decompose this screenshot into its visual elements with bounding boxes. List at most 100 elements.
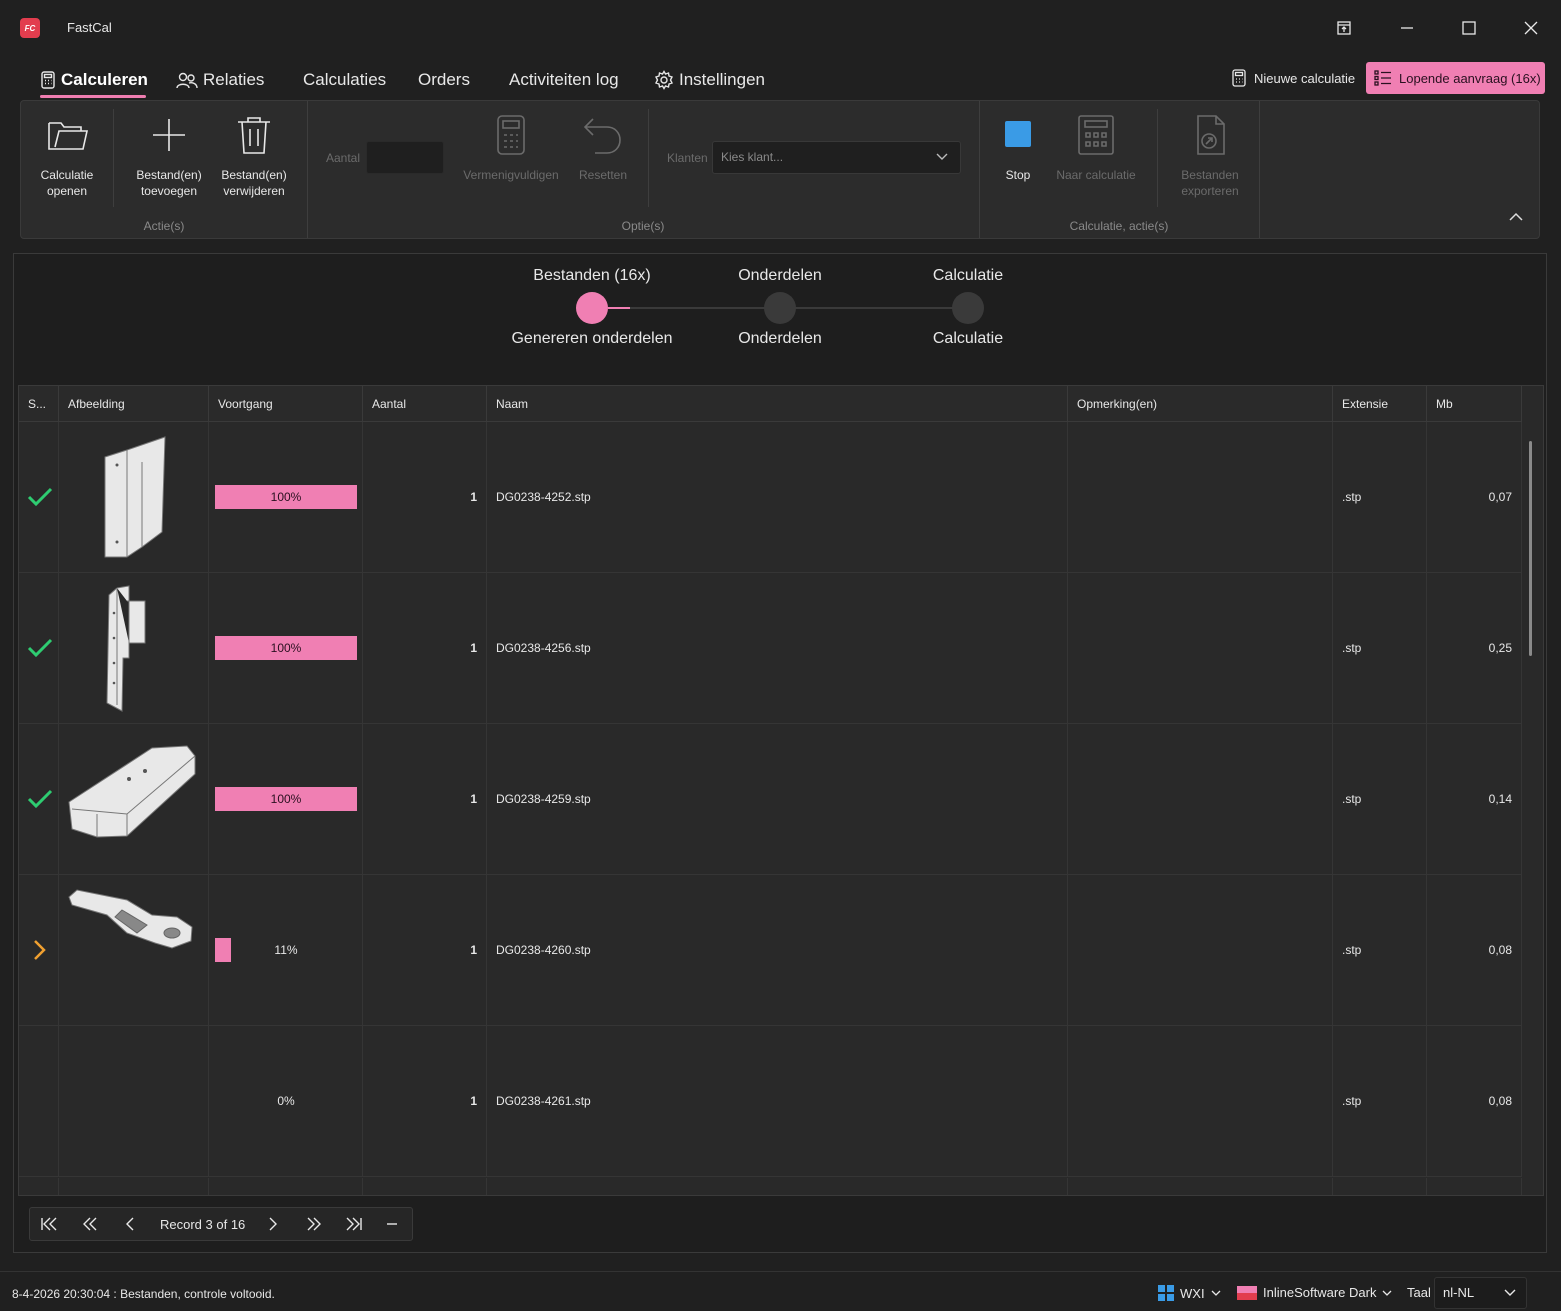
files-grid: S... Afbeelding Voortgang Aantal Naam Op… bbox=[18, 385, 1544, 1196]
workspace-selector[interactable]: WXI bbox=[1158, 1285, 1221, 1301]
tab-relaties[interactable]: Relaties bbox=[176, 68, 264, 92]
next-page-icon[interactable] bbox=[306, 1216, 322, 1235]
stop-label: Stop bbox=[1005, 168, 1031, 182]
language-label: Taal bbox=[1407, 1285, 1431, 1300]
close-button[interactable] bbox=[1511, 12, 1551, 44]
open-calculation-button[interactable]: Calculatie openen bbox=[31, 113, 103, 199]
opmerking-cell bbox=[1068, 422, 1333, 573]
part-thumbnail bbox=[68, 745, 196, 838]
tab-label: Activiteiten log bbox=[509, 70, 619, 89]
last-page-icon[interactable] bbox=[345, 1216, 363, 1235]
calculator-icon bbox=[497, 115, 525, 155]
column-header-afbeelding[interactable]: Afbeelding bbox=[59, 386, 209, 422]
mb-value: 0,08 bbox=[1488, 943, 1512, 957]
export-files-label: Bestanden exporteren bbox=[1181, 168, 1239, 198]
divider bbox=[113, 109, 114, 207]
column-header-aantal[interactable]: Aantal bbox=[363, 386, 487, 422]
table-row[interactable]: 100% 1 DG0238-4259.stp .stp 0,14 bbox=[19, 724, 1522, 875]
next-record-icon[interactable] bbox=[268, 1216, 278, 1235]
tab-activiteiten-log[interactable]: Activiteiten log bbox=[509, 68, 619, 92]
progress-cell: 100% bbox=[209, 724, 363, 875]
file-name: DG0238-4261.stp bbox=[496, 1094, 591, 1108]
reset-button[interactable]: Resetten bbox=[571, 113, 635, 183]
divider bbox=[1259, 101, 1260, 238]
part-thumbnail bbox=[106, 585, 146, 712]
progress-text: 100% bbox=[270, 792, 302, 806]
running-request-button[interactable]: Lopende aanvraag (16x) bbox=[1366, 62, 1545, 94]
new-calculation-button[interactable]: Nieuwe calculatie bbox=[1232, 68, 1355, 88]
tab-label: Instellingen bbox=[679, 70, 766, 89]
table-row-partial bbox=[19, 1178, 1522, 1195]
table-row[interactable]: 100% 1 DG0238-4252.stp .stp 0,07 bbox=[19, 422, 1522, 573]
extensie-cell: .stp bbox=[1333, 875, 1427, 1026]
column-header-opmerkingen[interactable]: Opmerking(en) bbox=[1068, 386, 1333, 422]
collapse-ribbon-icon[interactable] bbox=[1509, 209, 1523, 224]
customer-placeholder: Kies klant... bbox=[721, 150, 784, 164]
cell bbox=[363, 1178, 487, 1195]
chevron-down-icon bbox=[1211, 1290, 1221, 1296]
step-3-subtitle: Calculatie bbox=[932, 330, 1004, 347]
maximize-button[interactable] bbox=[1449, 12, 1489, 44]
to-calculation-label: Naar calculatie bbox=[1056, 168, 1136, 182]
thumbnail-cell bbox=[59, 422, 209, 573]
to-calculation-button[interactable]: Naar calculatie bbox=[1051, 113, 1141, 183]
multiply-button[interactable]: Vermenigvuldigen bbox=[459, 113, 563, 183]
tab-calculeren[interactable]: Calculeren bbox=[40, 68, 148, 92]
first-page-icon[interactable] bbox=[40, 1216, 58, 1235]
prev-record-icon[interactable] bbox=[125, 1216, 135, 1235]
column-header-status[interactable]: S... bbox=[19, 386, 59, 422]
customer-select[interactable]: Kies klant... bbox=[712, 141, 961, 174]
status-cell bbox=[19, 573, 59, 724]
language-select[interactable]: nl-NL bbox=[1434, 1277, 1527, 1309]
table-row[interactable]: 11% 1 DG0238-4260.stp .stp 0,08 bbox=[19, 875, 1522, 1026]
step-1-dot[interactable] bbox=[576, 292, 608, 324]
part-thumbnail bbox=[68, 889, 193, 949]
opmerking-cell bbox=[1068, 573, 1333, 724]
opmerking-cell bbox=[1068, 875, 1333, 1026]
aantal-value: 1 bbox=[470, 490, 477, 504]
windows-icon bbox=[1158, 1285, 1174, 1301]
table-row[interactable]: 0% 1 DG0238-4261.stp .stp 0,08 bbox=[19, 1026, 1522, 1177]
extensie-cell: .stp bbox=[1333, 1026, 1427, 1177]
step-3-dot[interactable] bbox=[952, 292, 984, 324]
group-label-calc-actions: Calculatie, actie(s) bbox=[1069, 219, 1169, 233]
step-2-title: Onderdelen bbox=[738, 267, 822, 284]
tab-orders[interactable]: Orders bbox=[418, 68, 470, 92]
column-header-voortgang[interactable]: Voortgang bbox=[209, 386, 363, 422]
trash-icon bbox=[238, 117, 270, 154]
aantal-input[interactable] bbox=[366, 141, 444, 174]
vertical-scrollbar[interactable] bbox=[1529, 441, 1532, 656]
prev-page-icon[interactable] bbox=[82, 1216, 98, 1235]
restore-layout-icon[interactable] bbox=[1324, 12, 1364, 44]
aantal-cell: 1 bbox=[363, 724, 487, 875]
divider bbox=[979, 101, 980, 238]
file-name: DG0238-4260.stp bbox=[496, 943, 591, 957]
column-header-extensie[interactable]: Extensie bbox=[1333, 386, 1427, 422]
users-icon bbox=[176, 72, 198, 89]
gear-icon bbox=[655, 70, 673, 90]
delete-record-icon[interactable] bbox=[385, 1216, 399, 1235]
export-files-button[interactable]: Bestanden exporteren bbox=[1167, 113, 1253, 199]
column-header-mb[interactable]: Mb bbox=[1427, 386, 1522, 422]
remove-files-button[interactable]: Bestand(en) verwijderen bbox=[215, 113, 293, 199]
aantal-cell: 1 bbox=[363, 875, 487, 1026]
naam-cell: DG0238-4260.stp bbox=[487, 875, 1068, 1026]
grid-header: S... Afbeelding Voortgang Aantal Naam Op… bbox=[19, 386, 1522, 422]
cell bbox=[1068, 1178, 1333, 1195]
status-cell bbox=[19, 875, 59, 1026]
minimize-button[interactable] bbox=[1387, 12, 1427, 44]
check-icon bbox=[27, 789, 53, 809]
theme-label: InlineSoftware Dark bbox=[1263, 1285, 1377, 1300]
new-calculation-label: Nieuwe calculatie bbox=[1254, 70, 1356, 86]
tab-instellingen[interactable]: Instellingen bbox=[654, 68, 765, 92]
chevron-down-icon bbox=[936, 153, 948, 160]
theme-swatch-icon bbox=[1237, 1285, 1257, 1300]
theme-selector[interactable]: InlineSoftware Dark bbox=[1237, 1285, 1392, 1300]
table-row[interactable]: 100% 1 DG0238-4256.stp .stp 0,25 bbox=[19, 573, 1522, 724]
status-cell bbox=[19, 724, 59, 875]
step-2-dot[interactable] bbox=[764, 292, 796, 324]
stop-button[interactable]: Stop bbox=[993, 121, 1043, 183]
column-header-naam[interactable]: Naam bbox=[487, 386, 1068, 422]
tab-calculaties[interactable]: Calculaties bbox=[303, 68, 386, 92]
add-files-button[interactable]: Bestand(en) toevoegen bbox=[131, 113, 207, 199]
